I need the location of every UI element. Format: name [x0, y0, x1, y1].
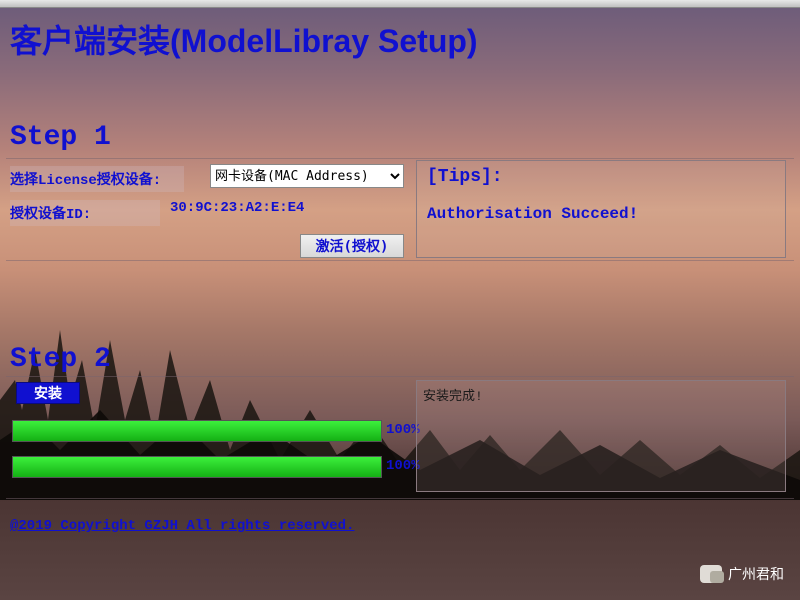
window-titlebar: [0, 0, 800, 8]
tips-panel: [Tips]: Authorisation Succeed!: [416, 160, 786, 258]
wechat-icon: [700, 565, 722, 583]
install-status-panel: 安装完成!: [416, 380, 786, 492]
device-id-value: 30:9C:23:A2:E:E4: [170, 200, 304, 216]
step2-heading: Step 2: [10, 344, 111, 375]
divider: [6, 376, 794, 377]
activate-button[interactable]: 激活(授权): [300, 234, 404, 258]
divider: [6, 498, 794, 499]
install-status-text: 安装完成!: [423, 389, 483, 404]
copyright-text: @2019 Copyright GZJH All rights reserved…: [10, 518, 354, 534]
license-device-select[interactable]: 网卡设备(MAC Address): [210, 164, 404, 188]
step1-heading: Step 1: [10, 122, 111, 153]
license-device-label: 选择License授权设备:: [10, 166, 184, 192]
progress-bar-1: [12, 420, 382, 442]
progress-bar-2: [12, 456, 382, 478]
divider: [6, 158, 794, 159]
tips-header: [Tips]:: [427, 167, 775, 187]
device-id-label: 授权设备ID:: [10, 200, 160, 226]
tips-message: Authorisation Succeed!: [427, 205, 775, 223]
page-title: 客户端安装(ModelLibray Setup): [10, 16, 478, 62]
progress-fill-2: [13, 457, 381, 477]
watermark-text: 广州君和: [728, 564, 784, 584]
progress-percent-1: 100%: [386, 422, 420, 438]
install-button[interactable]: 安装: [16, 382, 80, 404]
progress-percent-2: 100%: [386, 458, 420, 474]
progress-fill-1: [13, 421, 381, 441]
divider: [6, 260, 794, 261]
watermark: 广州君和: [700, 564, 784, 584]
